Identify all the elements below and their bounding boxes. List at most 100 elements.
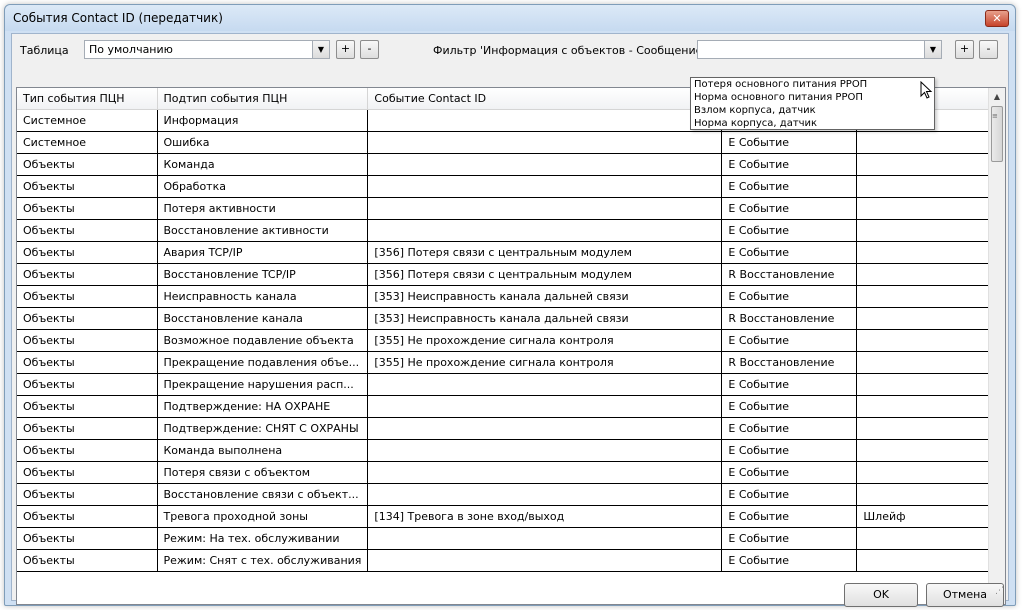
table-cell[interactable]: Объекты — [17, 241, 158, 264]
table-cell[interactable] — [856, 263, 1000, 286]
table-cell[interactable] — [367, 395, 723, 418]
table-row[interactable]: Объекты Команда E Событие — [17, 153, 1000, 176]
table-cell[interactable]: R Восстановление — [721, 263, 858, 286]
table-cell[interactable] — [367, 373, 723, 396]
table-cell[interactable]: Шлейф — [856, 505, 1000, 528]
table-cell[interactable]: Объекты — [17, 505, 158, 528]
table-cell[interactable]: Объекты — [17, 549, 158, 572]
table-cell[interactable]: Неисправность канала — [157, 285, 369, 308]
table-cell[interactable] — [367, 549, 723, 572]
table-cell[interactable]: Прекращение нарушения расп... — [157, 373, 369, 396]
table-row[interactable]: Объекты Возможное подавление объекта [355]… — [17, 329, 1000, 352]
table-cell[interactable] — [856, 439, 1000, 462]
table-cell[interactable] — [367, 153, 723, 176]
table-row[interactable]: Объекты Потеря активности E Событие — [17, 197, 1000, 220]
table-cell[interactable] — [856, 131, 1000, 154]
table-cell[interactable] — [856, 527, 1000, 550]
events-grid[interactable]: Тип события ПЦН Подтип события ПЦН Событие… — [16, 87, 1006, 605]
add-filter-button[interactable]: + — [955, 40, 974, 59]
table-cell[interactable] — [856, 395, 1000, 418]
table-cell[interactable]: Объекты — [17, 461, 158, 484]
close-button[interactable]: ✕ — [985, 10, 1009, 27]
table-cell[interactable]: Объекты — [17, 219, 158, 242]
table-cell[interactable] — [367, 461, 723, 484]
table-cell[interactable]: Системное — [17, 109, 158, 132]
dropdown-option[interactable]: Норма корпуса, датчик — [691, 117, 934, 130]
scroll-up-icon[interactable]: ▲ — [989, 88, 1005, 105]
table-cell[interactable]: E Событие — [721, 197, 858, 220]
table-cell[interactable] — [856, 461, 1000, 484]
table-cell[interactable]: [355] Не прохождение сигнала контроля — [367, 351, 723, 374]
table-cell[interactable]: Объекты — [17, 483, 158, 506]
table-cell[interactable]: Объекты — [17, 175, 158, 198]
table-cell[interactable]: Подтверждение: НА ОХРАНЕ — [157, 395, 369, 418]
title-bar[interactable]: События Contact ID (передатчик) ✕ — [5, 5, 1015, 31]
table-row[interactable]: Объекты Подтверждение: СНЯТ С ОХРАНЫ E Соб… — [17, 417, 1000, 440]
table-cell[interactable] — [367, 527, 723, 550]
table-cell[interactable]: Объекты — [17, 417, 158, 440]
table-cell[interactable]: Объекты — [17, 527, 158, 550]
table-cell[interactable]: Восстановление связи с объект... — [157, 483, 369, 506]
dropdown-option[interactable]: Потеря основного питания РРОП — [691, 78, 934, 91]
table-row[interactable]: Объекты Режим: Снят с тех. обслуживания E … — [17, 549, 1000, 572]
table-cell[interactable]: Команда выполнена — [157, 439, 369, 462]
table-row[interactable]: Объекты Прекращение нарушения расп... E Со… — [17, 373, 1000, 396]
table-cell[interactable]: E Событие — [721, 505, 858, 528]
table-cell[interactable]: E Событие — [721, 153, 858, 176]
table-cell[interactable]: Объекты — [17, 351, 158, 374]
table-cell[interactable]: Объекты — [17, 395, 158, 418]
chevron-down-icon[interactable]: ▼ — [312, 41, 329, 58]
table-cell[interactable]: Восстановление TCP/IP — [157, 263, 369, 286]
table-cell[interactable]: E Событие — [721, 241, 858, 264]
table-cell[interactable]: [355] Не прохождение сигнала контроля — [367, 329, 723, 352]
column-header[interactable]: Подтип события ПЦН — [157, 88, 369, 110]
table-row[interactable]: Объекты Восстановление TCP/IP [356] Потеря… — [17, 263, 1000, 286]
resize-grip-icon[interactable]: ⋰ — [995, 586, 1004, 596]
table-row[interactable]: Объекты Обработка E Событие — [17, 175, 1000, 198]
table-cell[interactable] — [367, 131, 723, 154]
table-row[interactable]: Объекты Прекращение подавления объе... [35… — [17, 351, 1000, 374]
add-table-button[interactable]: + — [336, 40, 355, 59]
table-cell[interactable]: Объекты — [17, 153, 158, 176]
column-header[interactable]: Тип события ПЦН — [17, 88, 158, 110]
table-cell[interactable]: Режим: Снят с тех. обслуживания — [157, 549, 369, 572]
table-cell[interactable]: Объекты — [17, 197, 158, 220]
table-cell[interactable]: Обработка — [157, 175, 369, 198]
table-cell[interactable]: Режим: На тех. обслуживании — [157, 527, 369, 550]
table-cell[interactable]: Восстановление канала — [157, 307, 369, 330]
table-cell[interactable]: E Событие — [721, 483, 858, 506]
table-cell[interactable] — [856, 241, 1000, 264]
table-cell[interactable] — [856, 417, 1000, 440]
table-cell[interactable] — [367, 417, 723, 440]
table-cell[interactable]: Объекты — [17, 285, 158, 308]
table-cell[interactable]: E Событие — [721, 131, 858, 154]
table-cell[interactable]: [356] Потеря связи с центральным модулем — [367, 263, 723, 286]
table-cell[interactable]: R Восстановление — [721, 351, 858, 374]
table-cell[interactable]: Команда — [157, 153, 369, 176]
table-cell[interactable] — [367, 197, 723, 220]
table-row[interactable]: Объекты Восстановление связи с объект... E… — [17, 483, 1000, 506]
table-cell[interactable]: Авария TCP/IP — [157, 241, 369, 264]
table-cell[interactable]: E Событие — [721, 219, 858, 242]
table-cell[interactable]: Подтверждение: СНЯТ С ОХРАНЫ — [157, 417, 369, 440]
table-cell[interactable]: Объекты — [17, 329, 158, 352]
table-cell[interactable] — [856, 153, 1000, 176]
table-cell[interactable]: [353] Неисправность канала дальней связи — [367, 307, 723, 330]
table-row[interactable]: Объекты Авария TCP/IP [356] Потеря связи с… — [17, 241, 1000, 264]
table-cell[interactable]: E Событие — [721, 395, 858, 418]
ok-button[interactable]: OK — [844, 583, 918, 607]
table-cell[interactable]: E Событие — [721, 439, 858, 462]
remove-filter-button[interactable]: - — [979, 40, 998, 59]
table-cell[interactable]: [134] Тревога в зоне вход/выход — [367, 505, 723, 528]
table-cell[interactable]: Возможное подавление объекта — [157, 329, 369, 352]
table-cell[interactable]: Ошибка — [157, 131, 369, 154]
table-cell[interactable]: E Событие — [721, 417, 858, 440]
table-cell[interactable]: Восстановление активности — [157, 219, 369, 242]
table-cell[interactable] — [856, 175, 1000, 198]
table-cell[interactable]: E Событие — [721, 175, 858, 198]
table-cell[interactable] — [856, 329, 1000, 352]
column-header[interactable]: Событие Contact ID — [367, 88, 723, 110]
table-cell[interactable] — [367, 483, 723, 506]
filter-select[interactable]: ▼ — [697, 40, 942, 59]
table-cell[interactable]: E Событие — [721, 329, 858, 352]
